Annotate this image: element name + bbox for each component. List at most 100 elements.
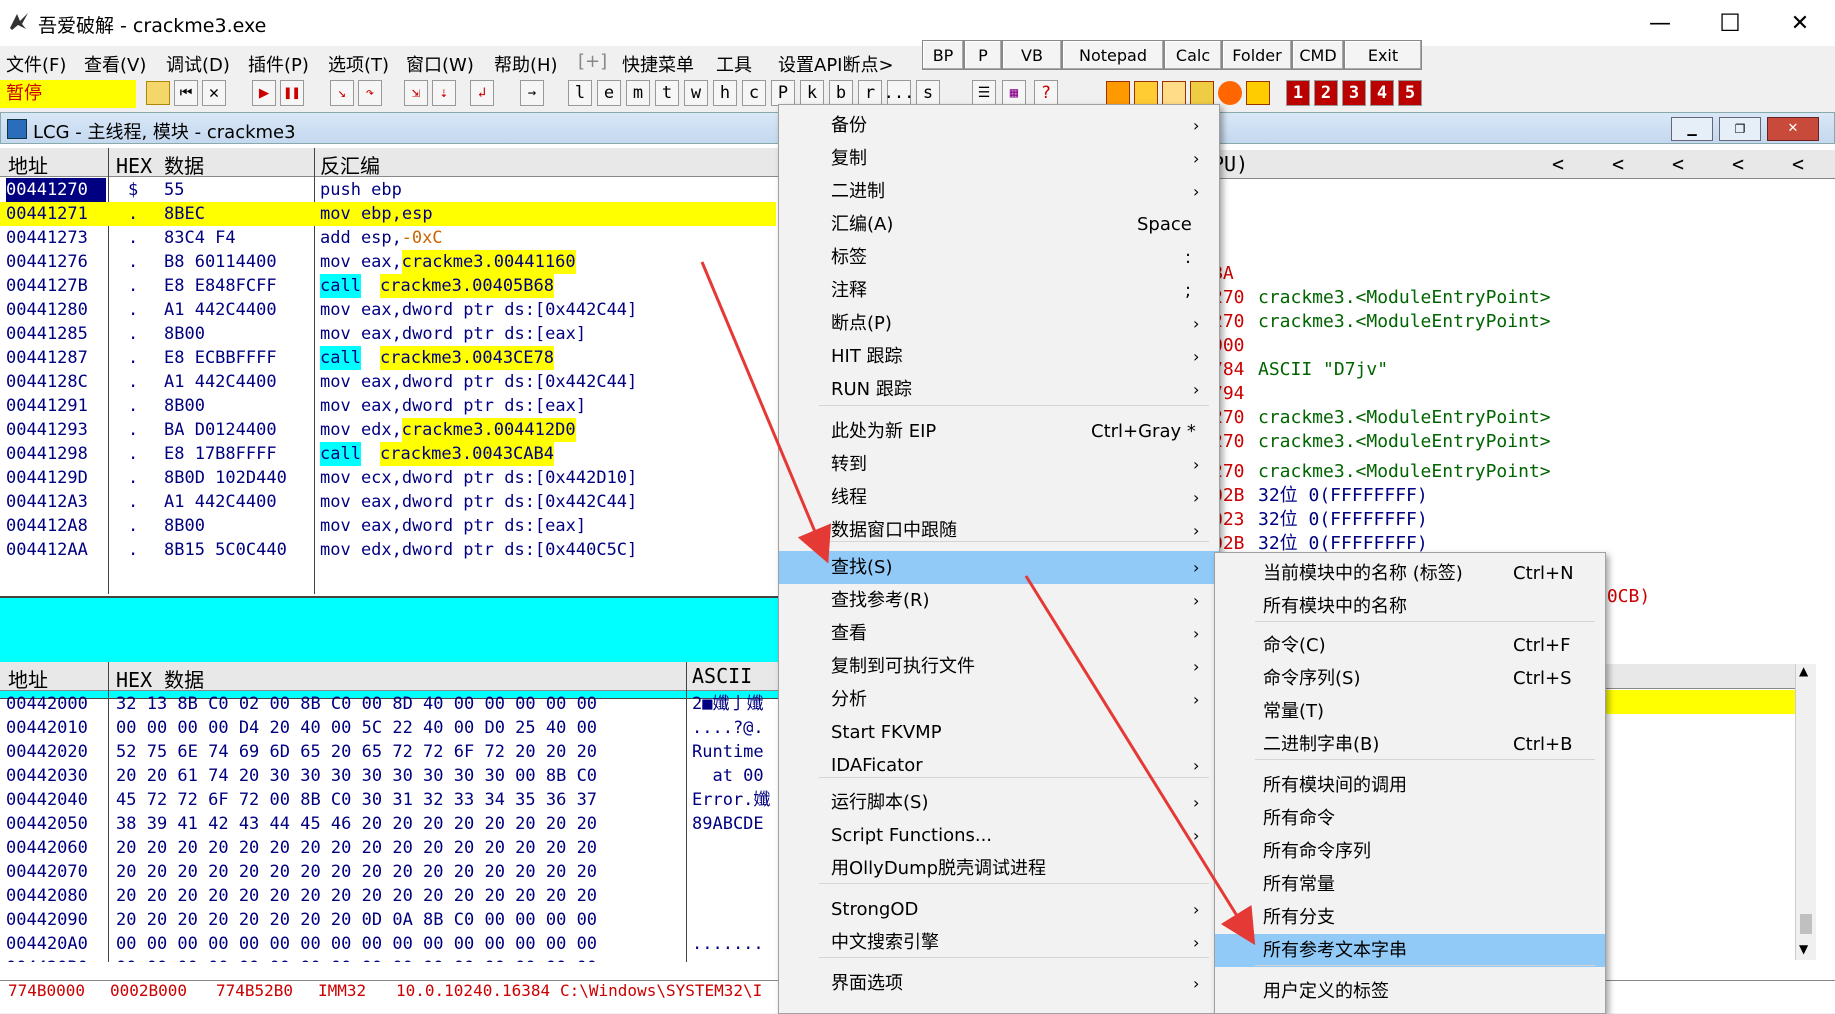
disasm-row[interactable]: 0044128C. A1 442C4400 mov eax,dword ptr ds… <box>0 370 776 394</box>
grid-icon[interactable]: ▦ <box>1002 80 1026 106</box>
submenu-item[interactable]: 用户定义的标签 <box>1215 975 1605 1008</box>
toolbar-t[interactable]: t <box>655 80 679 106</box>
disasm-row[interactable]: 00441280. A1 442C4400 mov eax,dword ptr ds… <box>0 298 776 322</box>
reg-arrow-2[interactable]: < <box>1612 152 1624 176</box>
dump-row[interactable]: 004420B0 00 00 00 00 00 00 00 00 00 00 00… <box>0 956 778 962</box>
register-row[interactable]: 270 crackme3.<ModuleEntryPoint> <box>1212 406 1592 430</box>
menu-file[interactable]: 文件(F) <box>6 51 66 77</box>
context-menu-item[interactable]: 注释; <box>779 274 1219 307</box>
dump-row[interactable]: 00442070 20 20 20 20 20 20 20 20 20 20 20… <box>0 860 778 884</box>
window-5-button[interactable]: 5 <box>1398 80 1422 106</box>
register-row[interactable]: 270 crackme3.<ModuleEntryPoint> <box>1212 286 1592 310</box>
submenu-item[interactable]: 所有模块中的名称 <box>1215 590 1605 623</box>
context-menu-item[interactable]: 二进制 › <box>779 175 1219 208</box>
dump-row[interactable]: 00442050 38 39 41 42 43 44 45 46 20 20 20… <box>0 812 778 836</box>
menu-shortcuts[interactable]: 快捷菜单 <box>622 51 694 77</box>
menu-api-breakpoints[interactable]: 设置API断点> <box>778 51 894 77</box>
pause-icon[interactable]: ❚❚ <box>280 80 304 106</box>
register-row[interactable]: 023 32位 0(FFFFFFFF) <box>1212 508 1592 532</box>
register-row[interactable]: 270 crackme3.<ModuleEntryPoint> <box>1212 310 1592 334</box>
submenu-item[interactable]: 常量(T) <box>1215 695 1605 728</box>
toolbar-w[interactable]: w <box>684 80 708 106</box>
toolbar-l[interactable]: l <box>568 80 592 106</box>
disasm-row[interactable]: 004412A8. 8B00 mov eax,dword ptr ds:[eax] <box>0 514 776 538</box>
context-menu-item[interactable]: 标签: <box>779 241 1219 274</box>
menu-debug[interactable]: 调试(D) <box>166 51 230 77</box>
step-over-icon[interactable]: ↷ <box>358 80 382 106</box>
toolbar-p[interactable]: P <box>771 80 795 106</box>
notepad-button[interactable]: Notepad <box>1062 40 1164 70</box>
submenu-item[interactable]: 二进制字串(B) Ctrl+B <box>1215 728 1605 761</box>
register-row[interactable]: 784 ASCII "D7jv" <box>1212 358 1592 382</box>
p-button[interactable]: P <box>964 40 1002 70</box>
maximize-button[interactable]: ☐ <box>1695 0 1765 46</box>
reg-arrow-5[interactable]: < <box>1792 152 1804 176</box>
disasm-row[interactable]: 00441298. E8 17B8FFFF call crackme3.0043CAB… <box>0 442 776 466</box>
gear-icon[interactable] <box>1218 81 1242 105</box>
submenu-item[interactable]: 命令(C) Ctrl+F <box>1215 629 1605 662</box>
submenu-item[interactable]: 命令序列(S) Ctrl+S <box>1215 662 1605 695</box>
register-row[interactable]: 794 <box>1212 382 1592 406</box>
bp-button[interactable]: BP <box>922 40 964 70</box>
hbp-icon[interactable] <box>1190 81 1214 105</box>
dump-list[interactable]: 00442000 32 13 8B C0 02 00 8B C0 00 8D 40… <box>0 692 778 962</box>
submenu-item[interactable]: 所有参考文本字串 <box>1215 934 1605 967</box>
minimize-button[interactable]: — <box>1625 0 1695 46</box>
stack-selected-row[interactable] <box>1600 690 1795 714</box>
context-menu-item[interactable]: 转到 › <box>779 448 1219 481</box>
context-menu-item[interactable]: 此处为新 EIP Ctrl+Gray * <box>779 415 1219 448</box>
context-menu-item[interactable]: 查看 › <box>779 617 1219 650</box>
disasm-row[interactable]: 00441270 $55 push ebp <box>0 178 776 202</box>
child-restore-button[interactable]: ❐ <box>1719 117 1761 141</box>
menu-view[interactable]: 查看(V) <box>84 51 146 77</box>
context-menu-item[interactable]: 复制到可执行文件 › <box>779 650 1219 683</box>
toolbar-s[interactable]: s <box>916 80 940 106</box>
open-icon[interactable] <box>146 81 170 105</box>
context-menu-item[interactable]: HIT 跟踪 › <box>779 340 1219 373</box>
disasm-list[interactable]: 00441270 $55 push ebp 00441271. 8BEC mov ebp,… <box>0 178 778 592</box>
submenu-item[interactable]: 所有常量 <box>1215 868 1605 901</box>
restart-icon[interactable]: ⏮ <box>174 80 198 106</box>
close-debug-icon[interactable]: ✕ <box>202 80 226 106</box>
context-menu-item[interactable]: 数据窗口中跟随 › <box>779 514 1219 547</box>
reg-arrow-1[interactable]: < <box>1552 152 1564 176</box>
child-minimize-button[interactable]: ▁ <box>1671 117 1713 141</box>
context-menu-item[interactable]: 备份 › <box>779 109 1219 142</box>
disasm-row[interactable]: 00441287. E8 ECBBFFFF call crackme3.0043CE7… <box>0 346 776 370</box>
context-menu-item[interactable]: 断点(P) › <box>779 307 1219 340</box>
register-row[interactable]: BA <box>1212 262 1592 286</box>
plugin-icon-2[interactable] <box>1134 81 1158 105</box>
disasm-row[interactable]: 00441291. 8B00 mov eax,dword ptr ds:[eax] <box>0 394 776 418</box>
context-menu-item[interactable]: RUN 跟踪 › <box>779 373 1219 406</box>
trace-into-icon[interactable]: ⇲ <box>404 80 428 106</box>
reg-arrow-4[interactable]: < <box>1732 152 1744 176</box>
toolbar-b[interactable]: b <box>829 80 853 106</box>
dump-row[interactable]: 00442080 20 20 20 20 20 20 20 20 20 20 20… <box>0 884 778 908</box>
submenu-item[interactable]: 当前模块中的名称 (标签) Ctrl+N <box>1215 557 1605 590</box>
context-menu-item[interactable]: Script Functions... › <box>779 819 1219 852</box>
disasm-row[interactable]: 00441271. 8BEC mov ebp,esp <box>0 202 776 226</box>
menu-tools[interactable]: 工具 <box>716 51 752 77</box>
submenu-item[interactable]: 所有命令 <box>1215 802 1605 835</box>
menu-help[interactable]: 帮助(H) <box>494 51 558 77</box>
menu-plus[interactable]: [+] <box>578 51 607 72</box>
help-icon[interactable]: ? <box>1034 80 1058 106</box>
step-into-icon[interactable]: ↘ <box>330 80 354 106</box>
cmd-button[interactable]: CMD <box>1292 40 1344 70</box>
submenu-item[interactable]: 所有分支 <box>1215 901 1605 934</box>
toolbar-k[interactable]: k <box>800 80 824 106</box>
execute-till-return-icon[interactable]: ↲ <box>470 80 494 106</box>
trace-over-icon[interactable]: ⇣ <box>432 80 456 106</box>
context-menu-item[interactable]: 分析 › <box>779 683 1219 716</box>
exit-button[interactable]: Exit <box>1344 40 1422 70</box>
submenu-item[interactable]: 所有命令序列 <box>1215 835 1605 868</box>
plugin-icon-3[interactable] <box>1162 81 1186 105</box>
register-row[interactable]: 02B32位 0(FFFFFFFF) <box>1212 484 1592 508</box>
vb-button[interactable]: VB <box>1002 40 1062 70</box>
toolbar-m[interactable]: m <box>626 80 650 106</box>
context-menu-item[interactable]: 用OllyDump脱壳调试进程 <box>779 852 1219 885</box>
toolbar-c[interactable]: c <box>742 80 766 106</box>
stack-scrollbar[interactable]: ▲ ▼ <box>1795 664 1816 960</box>
context-menu-item[interactable]: 界面选项 › <box>779 967 1219 1000</box>
context-menu-item[interactable]: 复制 › <box>779 142 1219 175</box>
